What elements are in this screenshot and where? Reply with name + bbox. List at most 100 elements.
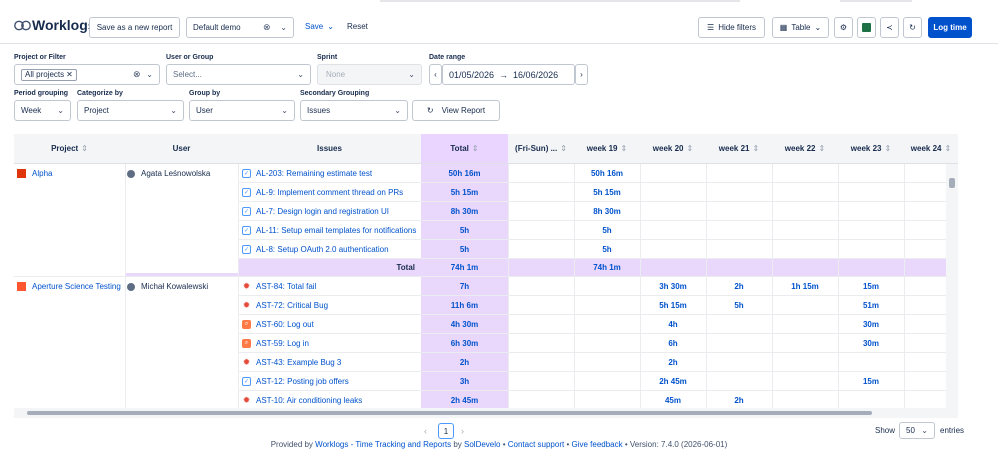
vendor-link[interactable]: SolDevelo xyxy=(464,440,500,449)
refresh-button[interactable]: ↻ xyxy=(903,17,922,38)
issue-cell[interactable]: ⌕ AST-60: Log out xyxy=(242,315,314,334)
worklog-value-w22[interactable] xyxy=(772,391,838,408)
vertical-scrollbar-thumb[interactable] xyxy=(949,178,955,188)
worklog-value-total[interactable]: 11h 6m xyxy=(421,296,508,315)
issue-cell[interactable]: ✹ AST-10: Air conditioning leaks xyxy=(242,391,363,408)
remove-tag-icon[interactable]: ✕ xyxy=(66,70,73,79)
report-select[interactable]: Default demo ⊗ ⌄ xyxy=(186,17,294,38)
hide-filters-button[interactable]: ☰ Hide filters xyxy=(698,17,765,38)
save-as-new-report-button[interactable]: Save as a new report xyxy=(89,17,180,38)
worklog-value-w22[interactable] xyxy=(772,315,838,334)
save-button[interactable]: Save ⌄ xyxy=(305,22,334,31)
prev-page-button[interactable]: ‹ xyxy=(424,426,427,436)
worklog-value-total[interactable]: 5h 15m xyxy=(421,183,508,202)
contact-support-link[interactable]: Contact support xyxy=(508,440,564,449)
column-header-total[interactable]: Total ⇕ xyxy=(421,134,508,164)
worklog-value-total[interactable]: 5h xyxy=(421,221,508,240)
worklog-value-w23[interactable]: 15m xyxy=(838,277,904,296)
worklog-value-w23[interactable]: 51m xyxy=(838,296,904,315)
log-time-button[interactable]: Log time xyxy=(928,17,972,38)
issue-cell[interactable]: ✓ AL-7: Design login and registration UI xyxy=(242,202,389,221)
issue-cell[interactable]: ✓ AST-12: Posting job offers xyxy=(242,372,349,391)
page-1-button[interactable]: 1 xyxy=(438,423,454,439)
column-header-week-21[interactable]: week 21 ⇕ xyxy=(706,134,772,164)
worklog-value-w23[interactable]: 30m xyxy=(838,334,904,353)
issue-cell[interactable]: ✓ AL-9: Implement comment thread on PRs xyxy=(242,183,403,202)
project-cell[interactable]: Alpha xyxy=(17,164,52,183)
date-range-field[interactable]: 01/05/2026 → 16/06/2026 xyxy=(442,64,575,85)
reset-button[interactable]: Reset xyxy=(347,22,368,31)
issue-cell[interactable]: ✹ AST-43: Example Bug 3 xyxy=(242,353,342,372)
clear-icon[interactable]: ⊗ xyxy=(263,22,271,33)
project-filter-select[interactable]: All projects ✕ ⊗ ⌄ xyxy=(14,64,160,85)
date-prev-button[interactable]: ‹ xyxy=(429,64,442,85)
group-by-select[interactable]: User ⌄ xyxy=(189,100,295,121)
worklog-value-w21[interactable]: 5h xyxy=(706,296,772,315)
project-tag[interactable]: All projects ✕ xyxy=(21,68,77,81)
worklog-value-w21[interactable] xyxy=(706,353,772,372)
user-filter-select[interactable]: Select... ⌄ xyxy=(166,64,311,85)
issue-cell[interactable]: ✓ AL-11: Setup email templates for notifi… xyxy=(242,221,416,240)
worklog-value-w21[interactable]: 2h xyxy=(706,391,772,408)
worklog-value-total[interactable]: 3h xyxy=(421,372,508,391)
clear-icon[interactable]: ⊗ xyxy=(133,69,141,80)
worklog-value-w20[interactable]: 6h xyxy=(640,334,706,353)
column-header-week-24[interactable]: week 24 ⇕ xyxy=(904,134,958,164)
issue-cell[interactable]: ✹ AST-84: Total fail xyxy=(242,277,317,296)
worklog-value-w19[interactable]: 8h 30m xyxy=(574,202,640,221)
issue-cell[interactable]: ✓ AL-8: Setup OAuth 2.0 authentication xyxy=(242,240,389,259)
worklog-value-total[interactable]: 2h 45m xyxy=(421,391,508,408)
worklog-value-w19[interactable]: 5h 15m xyxy=(574,183,640,202)
worklog-value-w20[interactable]: 4h xyxy=(640,315,706,334)
settings-button[interactable]: ⚙ xyxy=(834,17,853,38)
worklog-value-w21[interactable] xyxy=(706,372,772,391)
worklog-value-w20[interactable]: 5h 15m xyxy=(640,296,706,315)
worklog-value-w19[interactable]: 5h xyxy=(574,221,640,240)
issue-cell[interactable]: ✓ AL-203: Remaining estimate test xyxy=(242,164,372,183)
worklog-value-total[interactable]: 8h 30m xyxy=(421,202,508,221)
worklog-value-w23[interactable]: 30m xyxy=(838,315,904,334)
export-excel-button[interactable] xyxy=(857,17,876,38)
page-size-select[interactable]: 50 ⌄ xyxy=(899,422,935,439)
product-link[interactable]: Worklogs - Time Tracking and Reports xyxy=(315,440,451,449)
worklog-value-w22[interactable] xyxy=(772,334,838,353)
column-header-week-19[interactable]: week 19 ⇕ xyxy=(574,134,640,164)
worklog-value-w19[interactable]: 5h xyxy=(574,240,640,259)
column-header-week-22[interactable]: week 22 ⇕ xyxy=(772,134,838,164)
column-header-project[interactable]: Project ⇕ xyxy=(14,134,125,164)
worklog-value-total[interactable]: 4h 30m xyxy=(421,315,508,334)
worklog-value-total[interactable]: 5h xyxy=(421,240,508,259)
worklog-value-w23[interactable] xyxy=(838,353,904,372)
view-report-button[interactable]: ↻ View Report xyxy=(412,100,500,121)
worklog-value-w20[interactable]: 2h 45m xyxy=(640,372,706,391)
give-feedback-link[interactable]: Give feedback xyxy=(571,440,622,449)
column-header-partial-week[interactable]: (Fri-Sun) ... ⇕ xyxy=(508,134,574,164)
worklog-value-w21[interactable] xyxy=(706,334,772,353)
worklog-value-w21[interactable] xyxy=(706,315,772,334)
worklog-value-w19[interactable]: 50h 16m xyxy=(574,164,640,183)
project-cell[interactable]: Aperture Science Testing xyxy=(17,277,121,296)
worklog-value-w22[interactable]: 1h 15m xyxy=(772,277,838,296)
period-grouping-select[interactable]: Week ⌄ xyxy=(14,100,71,121)
worklog-value-w22[interactable] xyxy=(772,353,838,372)
worklog-value-w23[interactable]: 15m xyxy=(838,372,904,391)
horizontal-scrollbar-thumb[interactable] xyxy=(27,411,872,415)
issue-cell[interactable]: ⌕ AST-59: Log in xyxy=(242,334,309,353)
worklog-value-w20[interactable]: 3h 30m xyxy=(640,277,706,296)
worklog-value-total[interactable]: 2h xyxy=(421,353,508,372)
column-header-week-20[interactable]: week 20 ⇕ xyxy=(640,134,706,164)
issue-cell[interactable]: ✹ AST-72: Critical Bug xyxy=(242,296,328,315)
vertical-scrollbar[interactable] xyxy=(946,164,958,408)
worklog-value-w22[interactable] xyxy=(772,296,838,315)
date-next-button[interactable]: › xyxy=(575,64,588,85)
worklog-value-w21[interactable]: 2h xyxy=(706,277,772,296)
worklog-value-w22[interactable] xyxy=(772,372,838,391)
worklog-value-w23[interactable] xyxy=(838,391,904,408)
worklog-value-total[interactable]: 50h 16m xyxy=(421,164,508,183)
worklog-value-w20[interactable]: 45m xyxy=(640,391,706,408)
horizontal-scrollbar[interactable] xyxy=(14,408,958,418)
column-header-week-23[interactable]: week 23 ⇕ xyxy=(838,134,904,164)
categorize-by-select[interactable]: Project ⌄ xyxy=(77,100,184,121)
worklog-value-w20[interactable]: 2h xyxy=(640,353,706,372)
share-button[interactable]: ≺ xyxy=(880,17,899,38)
